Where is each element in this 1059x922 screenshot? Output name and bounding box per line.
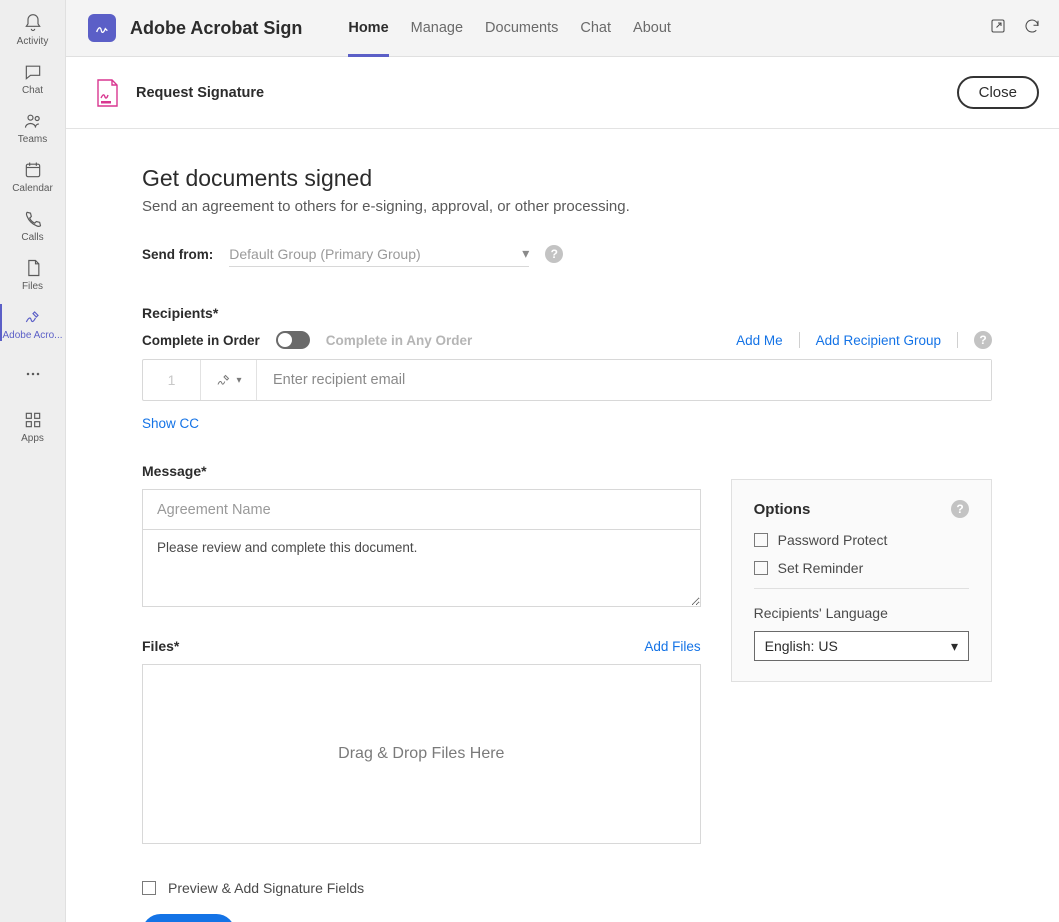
recipients-help-icon[interactable]: ? [974,331,992,349]
chevron-down-icon: ▾ [951,638,958,655]
main-column: Adobe Acrobat Sign Home Manage Documents… [66,0,1059,922]
rail-more[interactable] [0,355,66,393]
tab-manage[interactable]: Manage [411,0,463,56]
files-dropzone[interactable]: Drag & Drop Files Here [142,664,701,844]
subbar: Request Signature Close [66,57,1059,129]
rail-chat[interactable]: Chat [0,53,66,102]
rail-calls[interactable]: Calls [0,200,66,249]
more-icon [23,363,43,385]
rail-files[interactable]: Files [0,249,66,298]
page-heading: Get documents signed [142,165,992,192]
send-from-label: Send from: [142,247,213,262]
complete-in-order-label: Complete in Order [142,333,260,348]
chat-icon [23,61,43,83]
refresh-icon[interactable] [1023,17,1041,40]
apps-icon [23,409,43,431]
preview-label: Preview & Add Signature Fields [168,880,364,896]
popout-icon[interactable] [989,17,1007,40]
checkbox-icon [142,881,156,895]
message-label: Message* [142,463,701,479]
send-from-help-icon[interactable]: ? [545,245,563,263]
send-from-value: Default Group (Primary Group) [229,246,420,262]
preview-checkbox-row[interactable]: Preview & Add Signature Fields [142,880,992,896]
agreement-name-input[interactable] [142,489,701,529]
show-cc-link[interactable]: Show CC [142,416,199,431]
complete-any-order-label: Complete in Any Order [326,333,473,348]
order-toggle[interactable] [276,331,310,349]
calendar-icon [23,159,43,181]
add-me-link[interactable]: Add Me [736,333,783,348]
language-label: Recipients' Language [754,605,969,621]
rail-activity[interactable]: Activity [0,4,66,53]
rail-apps[interactable]: Apps [0,401,66,450]
send-from-select[interactable]: Default Group (Primary Group) ▾ [229,241,529,267]
subbar-title: Request Signature [136,85,264,101]
add-recipient-group-link[interactable]: Add Recipient Group [816,333,941,348]
options-help-icon[interactable]: ? [951,500,969,518]
header-tabs: Home Manage Documents Chat About [348,0,671,56]
rail-calendar[interactable]: Calendar [0,151,66,200]
pen-icon [215,371,233,389]
request-signature-icon [94,78,120,108]
add-files-link[interactable]: Add Files [644,639,700,654]
rail-teams[interactable]: Teams [0,102,66,151]
recipient-role-select[interactable]: ▾ [201,360,257,400]
bell-icon [23,12,43,34]
file-icon [23,257,43,279]
content-area: Get documents signed Send an agreement t… [66,129,1059,922]
page-subheading: Send an agreement to others for e-signin… [142,198,992,215]
tab-about[interactable]: About [633,0,671,56]
tab-documents[interactable]: Documents [485,0,558,56]
chevron-down-icon: ▾ [236,375,241,386]
recipients-label: Recipients* [142,305,992,321]
chevron-down-icon: ▾ [522,245,529,262]
tab-chat[interactable]: Chat [580,0,611,56]
pen-sign-icon [23,306,43,328]
send-button[interactable]: Send [142,914,235,922]
files-label: Files* [142,638,179,654]
teams-icon [23,110,43,132]
dropzone-hint: Drag & Drop Files Here [338,745,504,763]
recipient-order-number: 1 [143,360,201,400]
app-title: Adobe Acrobat Sign [130,18,302,39]
password-protect-option[interactable]: Password Protect [754,532,969,548]
adobe-sign-logo-icon [88,14,116,42]
message-body-input[interactable]: Please review and complete this document… [142,529,701,607]
phone-icon [23,208,43,230]
recipient-row: 1 ▾ [142,359,992,401]
recipient-email-input[interactable] [257,360,991,400]
topbar: Adobe Acrobat Sign Home Manage Documents… [66,0,1059,57]
language-select[interactable]: English: US ▾ [754,631,969,661]
close-button[interactable]: Close [957,76,1039,109]
options-title: Options [754,501,811,518]
options-panel: Options ? Password Protect Set Reminder [731,479,992,682]
tab-home[interactable]: Home [348,0,388,56]
checkbox-icon [754,533,768,547]
teams-rail: Activity Chat Teams Calendar Calls Files… [0,0,66,922]
rail-adobe-sign[interactable]: Adobe Acro... [0,298,66,347]
checkbox-icon [754,561,768,575]
set-reminder-option[interactable]: Set Reminder [754,560,969,576]
